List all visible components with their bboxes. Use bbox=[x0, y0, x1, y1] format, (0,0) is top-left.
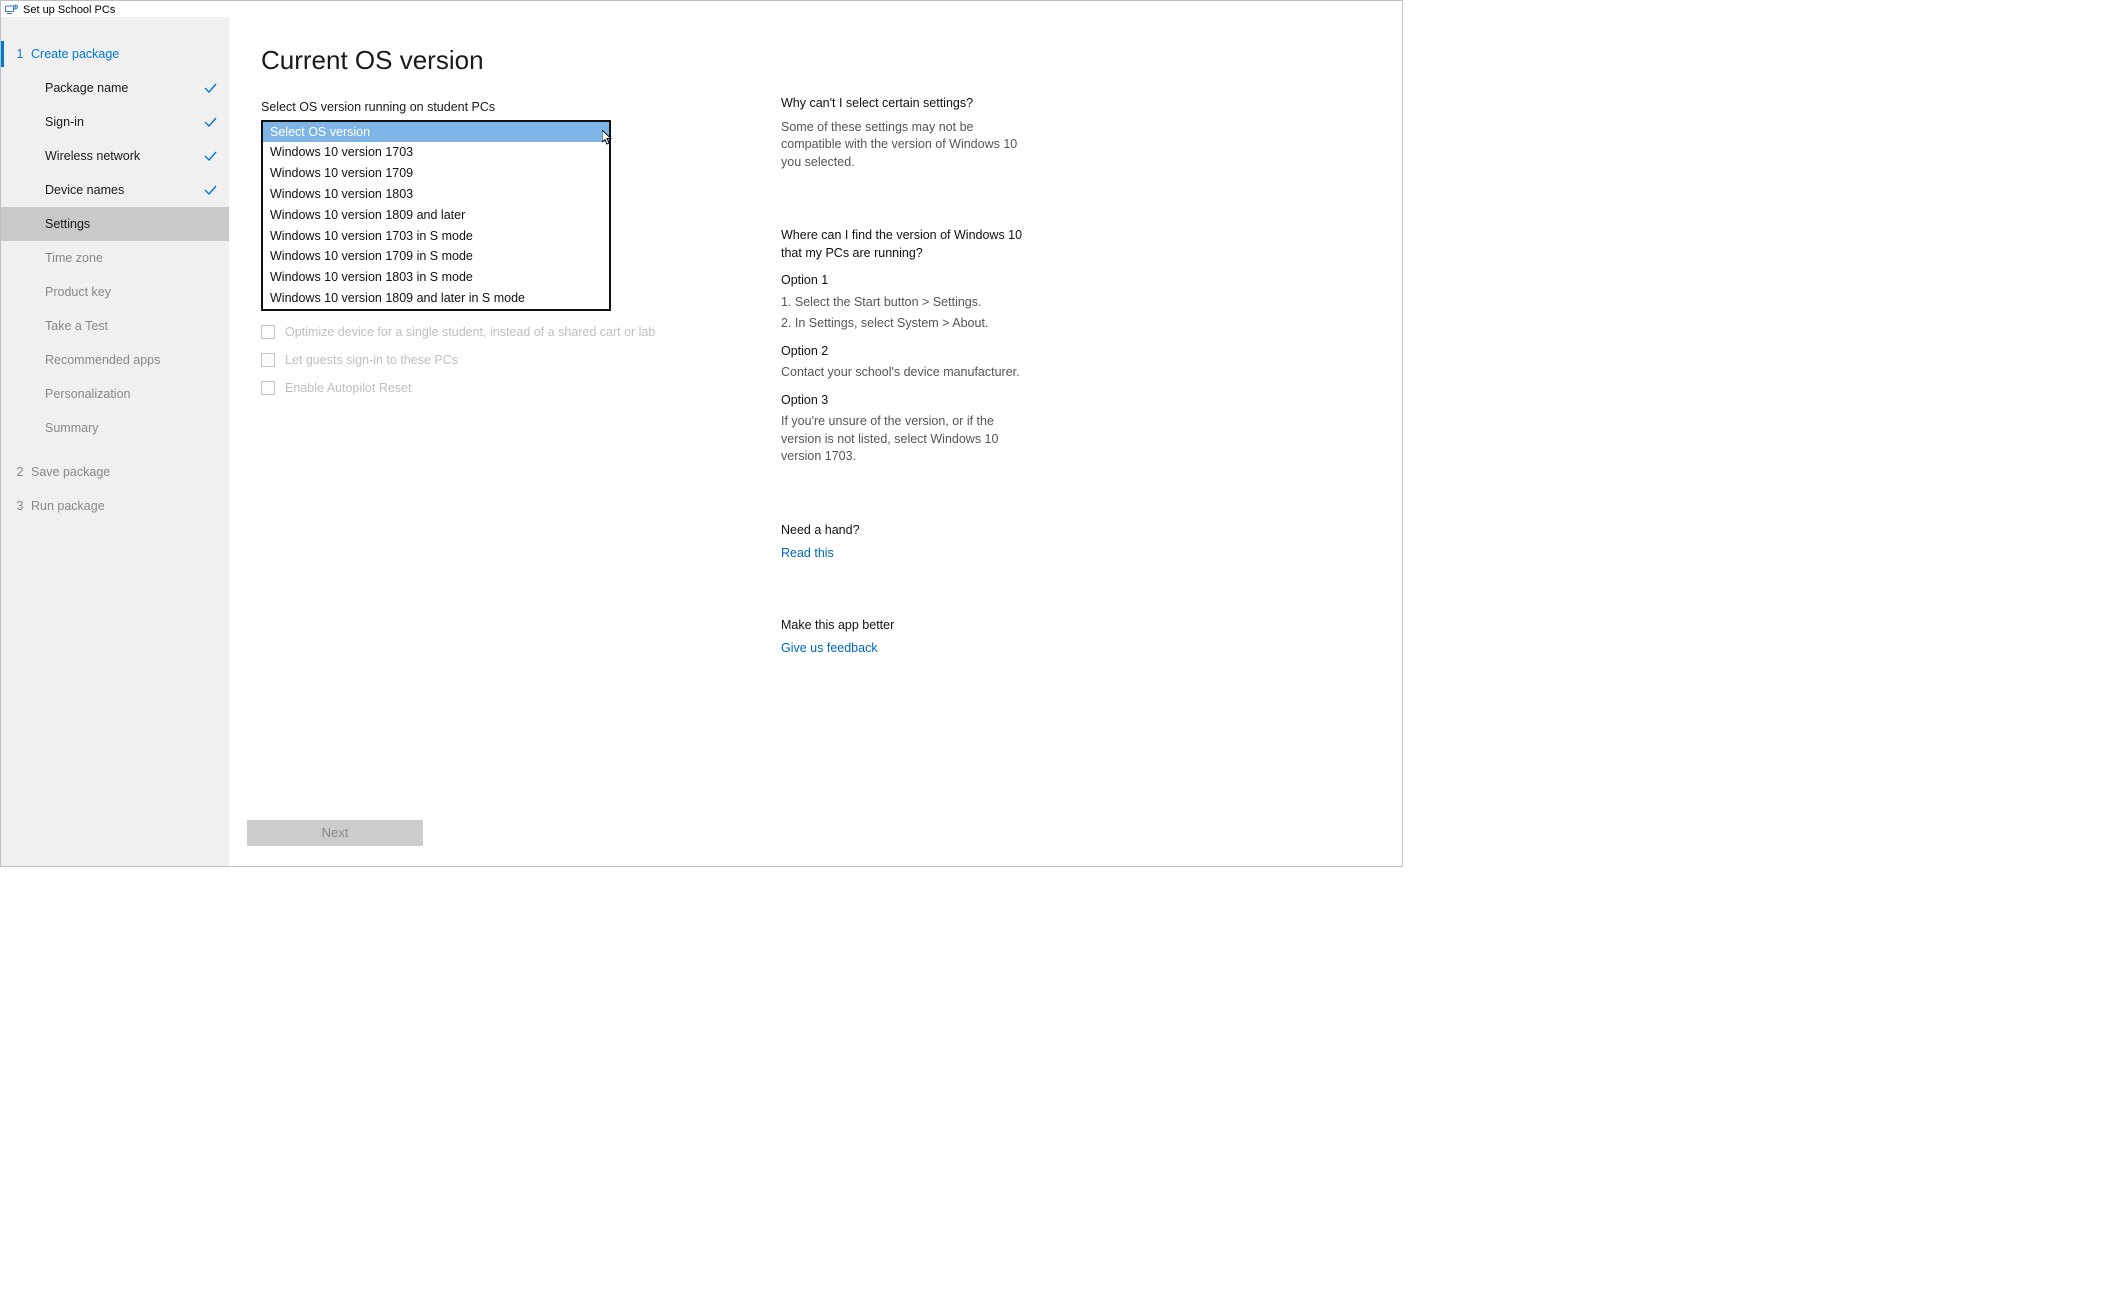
dropdown-option[interactable]: Windows 10 version 1703 in S mode bbox=[263, 226, 609, 247]
step-save-package[interactable]: 2 Save package bbox=[1, 455, 229, 489]
checkbox-label: Let guests sign-in to these PCs bbox=[285, 353, 458, 367]
dropdown-option[interactable]: Windows 10 version 1809 and later bbox=[263, 205, 609, 226]
substep-device-names[interactable]: Device names bbox=[1, 173, 229, 207]
checkbox-icon bbox=[261, 325, 275, 339]
substep-sign-in[interactable]: Sign-in bbox=[1, 105, 229, 139]
help-opt1-2: 2. In Settings, select System > About. bbox=[781, 315, 1026, 333]
substep-label: Sign-in bbox=[45, 115, 84, 129]
step-run-package[interactable]: 3 Run package bbox=[1, 489, 229, 523]
substep-wireless-network[interactable]: Wireless network bbox=[1, 139, 229, 173]
os-version-dropdown[interactable]: Select OS version Windows 10 version 170… bbox=[261, 120, 611, 311]
substep-label: Summary bbox=[45, 421, 98, 435]
help-opt1-1: 1. Select the Start button > Settings. bbox=[781, 294, 1026, 312]
checkbox-icon bbox=[261, 353, 275, 367]
step-number: 2 bbox=[9, 465, 31, 479]
substep-label: Wireless network bbox=[45, 149, 140, 163]
help-opt3-h: Option 3 bbox=[781, 392, 1026, 410]
help-q1: Why can't I select certain settings? bbox=[781, 95, 1026, 113]
os-version-label: Select OS version running on student PCs bbox=[261, 100, 691, 114]
substep-summary[interactable]: Summary bbox=[1, 411, 229, 445]
next-button: Next bbox=[247, 820, 423, 846]
help-opt2-t: Contact your school's device manufacture… bbox=[781, 364, 1026, 382]
step-label: Create package bbox=[31, 47, 119, 61]
substep-package-name[interactable]: Package name bbox=[1, 71, 229, 105]
help-a1: Some of these settings may not be compat… bbox=[781, 119, 1026, 172]
substep-label: Recommended apps bbox=[45, 353, 160, 367]
dropdown-option[interactable]: Windows 10 version 1709 in S mode bbox=[263, 246, 609, 267]
window-title: Set up School PCs bbox=[23, 4, 115, 16]
sidebar: 1 Create package Package name Sign-in Wi… bbox=[1, 17, 229, 866]
checkbox-guests: Let guests sign-in to these PCs bbox=[261, 353, 691, 367]
help-better-h: Make this app better bbox=[781, 617, 1026, 635]
help-opt1-h: Option 1 bbox=[781, 272, 1026, 290]
dropdown-selected[interactable]: Select OS version bbox=[263, 122, 609, 142]
checkbox-label: Optimize device for a single student, in… bbox=[285, 325, 655, 339]
step-create-package[interactable]: 1 Create package bbox=[1, 37, 229, 71]
substep-label: Personalization bbox=[45, 387, 130, 401]
dropdown-option[interactable]: Windows 10 version 1809 and later in S m… bbox=[263, 288, 609, 309]
substep-label: Settings bbox=[45, 217, 90, 231]
main-panel: Current OS version Select OS version run… bbox=[229, 17, 1402, 866]
checkmark-icon bbox=[203, 183, 217, 197]
feedback-link[interactable]: Give us feedback bbox=[781, 640, 1026, 658]
substep-take-a-test[interactable]: Take a Test bbox=[1, 309, 229, 343]
page-title: Current OS version bbox=[261, 45, 691, 76]
step-number: 1 bbox=[9, 47, 31, 61]
help-hand-h: Need a hand? bbox=[781, 522, 1026, 540]
titlebar: Set up School PCs bbox=[1, 1, 1402, 17]
step-label: Run package bbox=[31, 499, 105, 513]
substep-settings[interactable]: Settings bbox=[1, 207, 229, 241]
checkmark-icon bbox=[203, 149, 217, 163]
app-icon bbox=[5, 4, 19, 15]
substep-label: Product key bbox=[45, 285, 111, 299]
checkmark-icon bbox=[203, 115, 217, 129]
help-panel: Why can't I select certain settings? Som… bbox=[781, 95, 1026, 850]
dropdown-option[interactable]: Windows 10 version 1703 bbox=[263, 142, 609, 163]
step-number: 3 bbox=[9, 499, 31, 513]
dropdown-option[interactable]: Windows 10 version 1803 bbox=[263, 184, 609, 205]
substep-label: Package name bbox=[45, 81, 128, 95]
read-this-link[interactable]: Read this bbox=[781, 545, 1026, 563]
substep-label: Time zone bbox=[45, 251, 103, 265]
checkbox-label: Enable Autopilot Reset bbox=[285, 381, 411, 395]
step-label: Save package bbox=[31, 465, 110, 479]
substep-label: Device names bbox=[45, 183, 124, 197]
help-q2: Where can I find the version of Windows … bbox=[781, 227, 1026, 262]
substep-product-key[interactable]: Product key bbox=[1, 275, 229, 309]
help-opt3-t: If you're unsure of the version, or if t… bbox=[781, 413, 1026, 466]
substep-recommended-apps[interactable]: Recommended apps bbox=[1, 343, 229, 377]
checkbox-optimize: Optimize device for a single student, in… bbox=[261, 325, 691, 339]
dropdown-option[interactable]: Windows 10 version 1709 bbox=[263, 163, 609, 184]
substep-label: Take a Test bbox=[45, 319, 108, 333]
checkbox-icon bbox=[261, 381, 275, 395]
help-opt2-h: Option 2 bbox=[781, 343, 1026, 361]
substep-personalization[interactable]: Personalization bbox=[1, 377, 229, 411]
checkbox-autopilot: Enable Autopilot Reset bbox=[261, 381, 691, 395]
substep-time-zone[interactable]: Time zone bbox=[1, 241, 229, 275]
substeps: Package name Sign-in Wireless network De… bbox=[1, 71, 229, 445]
checkmark-icon bbox=[203, 81, 217, 95]
dropdown-option[interactable]: Windows 10 version 1803 in S mode bbox=[263, 267, 609, 288]
